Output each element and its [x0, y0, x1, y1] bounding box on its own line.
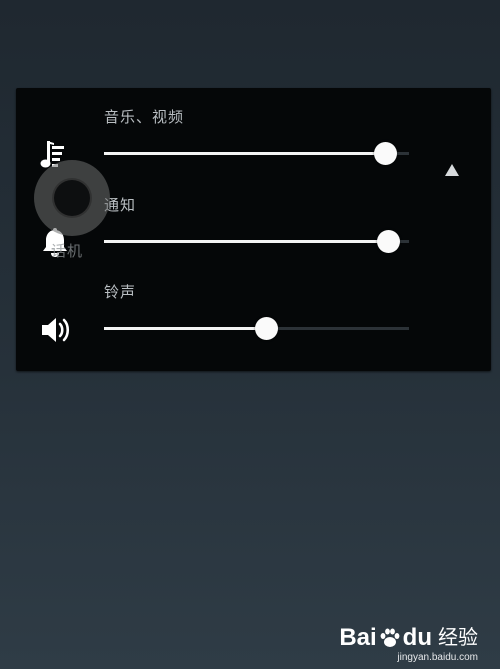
assistive-touch-icon[interactable]: [34, 160, 110, 236]
expand-volume-button[interactable]: [440, 158, 464, 182]
media-volume-slider[interactable]: [104, 142, 409, 165]
watermark-logo-bai: Bai: [339, 624, 377, 651]
volume-row-ringtone: 铃声: [16, 281, 491, 361]
paw-icon: [380, 628, 400, 647]
slider-thumb[interactable]: [376, 230, 400, 253]
watermark-logo-du: du: [402, 624, 432, 651]
baidu-logo: Bai du 经验: [339, 625, 478, 651]
notification-volume-slider[interactable]: [104, 230, 409, 253]
watermark-url: jingyan.baidu.com: [397, 652, 478, 663]
slider-thumb[interactable]: [254, 317, 278, 340]
slider-fill: [104, 240, 388, 243]
slider-fill: [104, 152, 385, 155]
baidu-jingyan-watermark: Bai du 经验 jingyan.baidu.com: [339, 625, 478, 664]
volume-row-label: 音乐、视频: [104, 108, 185, 126]
speaker-icon: [38, 313, 72, 347]
slider-fill: [104, 327, 266, 330]
slider-thumb[interactable]: [373, 142, 397, 165]
overlay-label: 话机: [51, 242, 84, 260]
triangle-up-icon: [445, 164, 459, 176]
ringtone-volume-slider[interactable]: [104, 317, 409, 340]
watermark-logo-jingyan: 经验: [438, 627, 478, 649]
assistive-touch-core: [54, 180, 90, 216]
volume-row-label: 铃声: [104, 283, 137, 301]
